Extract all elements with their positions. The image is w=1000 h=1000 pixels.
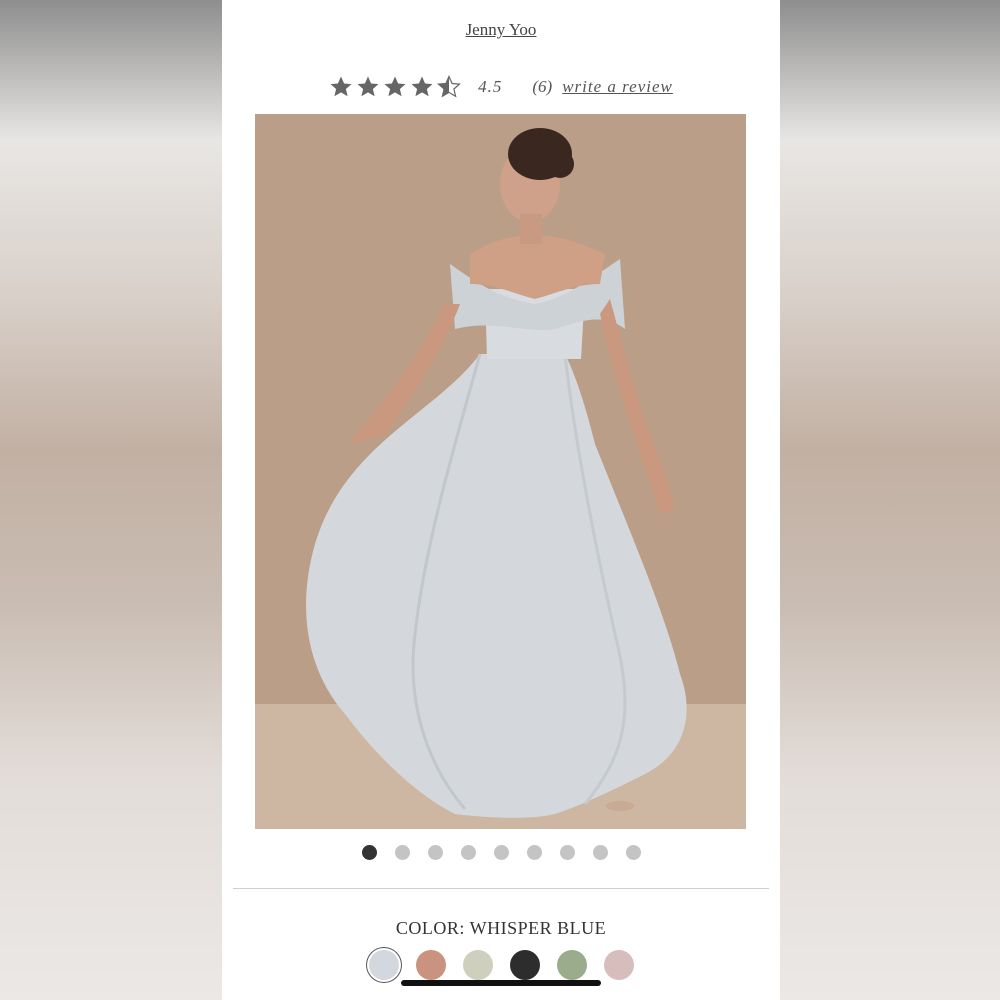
gallery-dot-8[interactable] bbox=[592, 845, 608, 860]
swatch-black[interactable] bbox=[509, 950, 540, 980]
rating-stars bbox=[329, 75, 464, 99]
star-icon bbox=[357, 76, 379, 97]
gallery-dot-9[interactable] bbox=[625, 845, 641, 860]
blurred-background-left bbox=[0, 0, 222, 1000]
gallery-dot-5[interactable] bbox=[493, 845, 509, 860]
rating-row: 4.5 (6) write a review bbox=[222, 72, 780, 102]
home-indicator bbox=[401, 980, 601, 986]
gallery-dot-7[interactable] bbox=[559, 845, 575, 860]
star-icon bbox=[330, 76, 352, 97]
gallery-dot-2[interactable] bbox=[394, 845, 410, 860]
write-review-link[interactable]: write a review bbox=[562, 77, 673, 97]
color-label: COLOR: WHISPER BLUE bbox=[395, 918, 607, 938]
half-star-icon bbox=[437, 75, 462, 98]
brand-link[interactable]: Jenny Yoo bbox=[222, 20, 780, 40]
dress-model-photo bbox=[255, 114, 746, 829]
gallery-dot-3[interactable] bbox=[427, 845, 443, 860]
product-panel: Jenny Yoo 4.5 (6) write a review COLOR: … bbox=[222, 0, 780, 1000]
swatch-blush[interactable] bbox=[603, 950, 634, 980]
swatch-rose[interactable] bbox=[415, 950, 446, 980]
swatch-green[interactable] bbox=[556, 950, 587, 980]
divider bbox=[233, 888, 769, 889]
gallery-dot-6[interactable] bbox=[526, 845, 542, 860]
review-count: (6) bbox=[532, 77, 553, 96]
blurred-background-right bbox=[778, 0, 1000, 1000]
rating-value: 4.5 bbox=[478, 77, 503, 96]
gallery-dot-4[interactable] bbox=[460, 845, 476, 860]
product-image[interactable] bbox=[255, 114, 746, 829]
gallery-dot-1[interactable] bbox=[361, 845, 377, 860]
swatch-sage-cream[interactable] bbox=[462, 950, 493, 980]
swatch-whisper-blue[interactable] bbox=[368, 950, 399, 980]
star-icon bbox=[384, 76, 406, 97]
star-icon bbox=[411, 76, 433, 97]
gallery-pagination bbox=[222, 845, 780, 860]
color-swatches bbox=[222, 950, 780, 980]
